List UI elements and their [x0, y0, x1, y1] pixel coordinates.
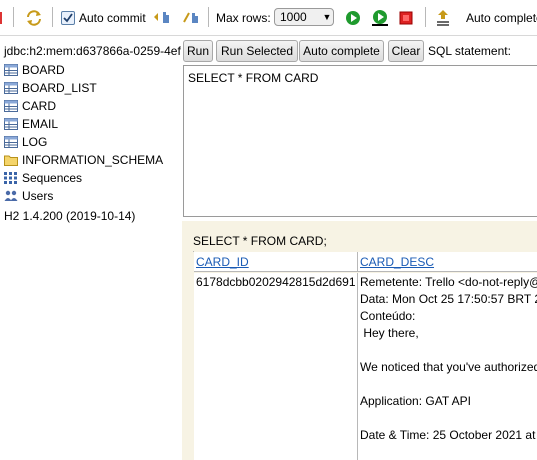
- card-desc-line: [360, 376, 537, 393]
- table-icon: [4, 82, 18, 94]
- card-desc-line: Application: GAT API: [360, 394, 471, 408]
- max-rows-select[interactable]: 1000 ▼: [274, 8, 334, 26]
- card-desc-line: [360, 342, 537, 359]
- disconnect-icon[interactable]: [0, 0, 6, 35]
- result-query-title: SELECT * FROM CARD;: [193, 234, 327, 248]
- tree-item-board[interactable]: BOARD: [4, 61, 65, 79]
- tree-item-label: BOARD: [22, 63, 65, 77]
- table-cell-card-desc: Remetente: Trello <do-not-reply@ Data: M…: [358, 273, 537, 460]
- tree-item-log[interactable]: LOG: [4, 133, 47, 151]
- table-cell-card-id: 6178dcbb0202942815d2d691: [194, 273, 358, 460]
- auto-commit-label: Auto commit: [79, 10, 146, 25]
- tree-item-label: BOARD_LIST: [22, 81, 97, 95]
- toolbar: Auto commit Max rows: 1000 ▼ Auto comple…: [0, 0, 537, 36]
- run-selected-icon[interactable]: [370, 0, 390, 35]
- sequences-icon: [4, 172, 18, 184]
- tree-item-label: LOG: [22, 135, 48, 149]
- card-desc-line: Date & Time: 25 October 2021 at: [360, 428, 536, 442]
- auto-complete-label: Auto complete: [466, 10, 537, 25]
- refresh-icon[interactable]: [25, 0, 43, 35]
- tree-item-label: CARD: [22, 99, 57, 113]
- max-rows-value: 1000: [280, 10, 307, 24]
- card-desc-line: Conteúdo:: [360, 309, 416, 323]
- users-icon: [4, 190, 18, 202]
- clear-button[interactable]: Clear: [388, 40, 424, 62]
- schema-tree: jdbc:h2:mem:d637866a-0259-4ef BOARD BOAR…: [0, 36, 182, 460]
- rollback-icon[interactable]: [152, 0, 170, 35]
- tree-item-board-list[interactable]: BOARD_LIST: [4, 79, 97, 97]
- result-panel: SELECT * FROM CARD; CARD_ID CARD_DESC 61…: [182, 221, 537, 460]
- auto-commit-checkbox[interactable]: Auto commit: [61, 0, 146, 35]
- sql-statement-label: SQL statement:: [428, 44, 511, 58]
- tree-item-label: EMAIL: [22, 117, 59, 131]
- tree-item-information-schema[interactable]: INFORMATION_SCHEMA: [4, 151, 163, 169]
- chevron-down-icon: ▼: [322, 12, 332, 22]
- tree-item-card[interactable]: CARD: [4, 97, 56, 115]
- h2-version: H2 1.4.200 (2019-10-14): [4, 209, 136, 223]
- table-icon: [4, 136, 18, 148]
- commit-icon[interactable]: [183, 0, 199, 35]
- result-table: CARD_ID CARD_DESC 6178dcbb0202942815d2d6…: [193, 251, 537, 460]
- toolbar-separator: [208, 7, 209, 27]
- tree-item-sequences[interactable]: Sequences: [4, 169, 82, 187]
- table-icon: [4, 118, 18, 130]
- folder-icon: [4, 154, 18, 166]
- auto-complete-button[interactable]: Auto complete: [299, 40, 384, 62]
- card-desc-line: Data: Mon Oct 25 17:50:57 BRT 2: [360, 292, 537, 306]
- max-rows-label: Max rows:: [216, 10, 271, 25]
- connection-url[interactable]: jdbc:h2:mem:d637866a-0259-4ef: [4, 44, 181, 58]
- run-icon[interactable]: [345, 0, 361, 35]
- tree-item-label: Users: [22, 189, 54, 203]
- column-header-card-id[interactable]: CARD_ID: [194, 252, 358, 272]
- card-desc-line: We noticed that you've authorized: [360, 360, 537, 374]
- toolbar-separator: [425, 7, 426, 27]
- run-button[interactable]: Run: [183, 40, 213, 62]
- history-icon[interactable]: [435, 0, 451, 35]
- sql-editor[interactable]: SELECT * FROM CARD: [183, 65, 537, 217]
- checkmark-icon: [61, 10, 75, 25]
- tree-item-label: INFORMATION_SCHEMA: [22, 153, 164, 167]
- table-icon: [4, 100, 18, 112]
- toolbar-separator: [52, 7, 53, 27]
- card-id-value: 6178dcbb0202942815d2d691: [196, 275, 356, 289]
- query-panel: Run Run Selected Auto complete Clear SQL…: [182, 36, 537, 460]
- tree-item-users[interactable]: Users: [4, 187, 53, 205]
- tree-item-email[interactable]: EMAIL: [4, 115, 58, 133]
- toolbar-separator: [13, 7, 14, 27]
- stop-icon[interactable]: [399, 0, 413, 35]
- run-selected-button[interactable]: Run Selected: [216, 40, 298, 62]
- card-desc-line: [360, 410, 537, 427]
- tree-item-label: Sequences: [22, 171, 83, 185]
- card-desc-line: Hey there,: [360, 326, 419, 340]
- column-header-card-desc[interactable]: CARD_DESC: [358, 252, 537, 272]
- card-desc-line: Remetente: Trello <do-not-reply@: [360, 275, 537, 289]
- table-icon: [4, 64, 18, 76]
